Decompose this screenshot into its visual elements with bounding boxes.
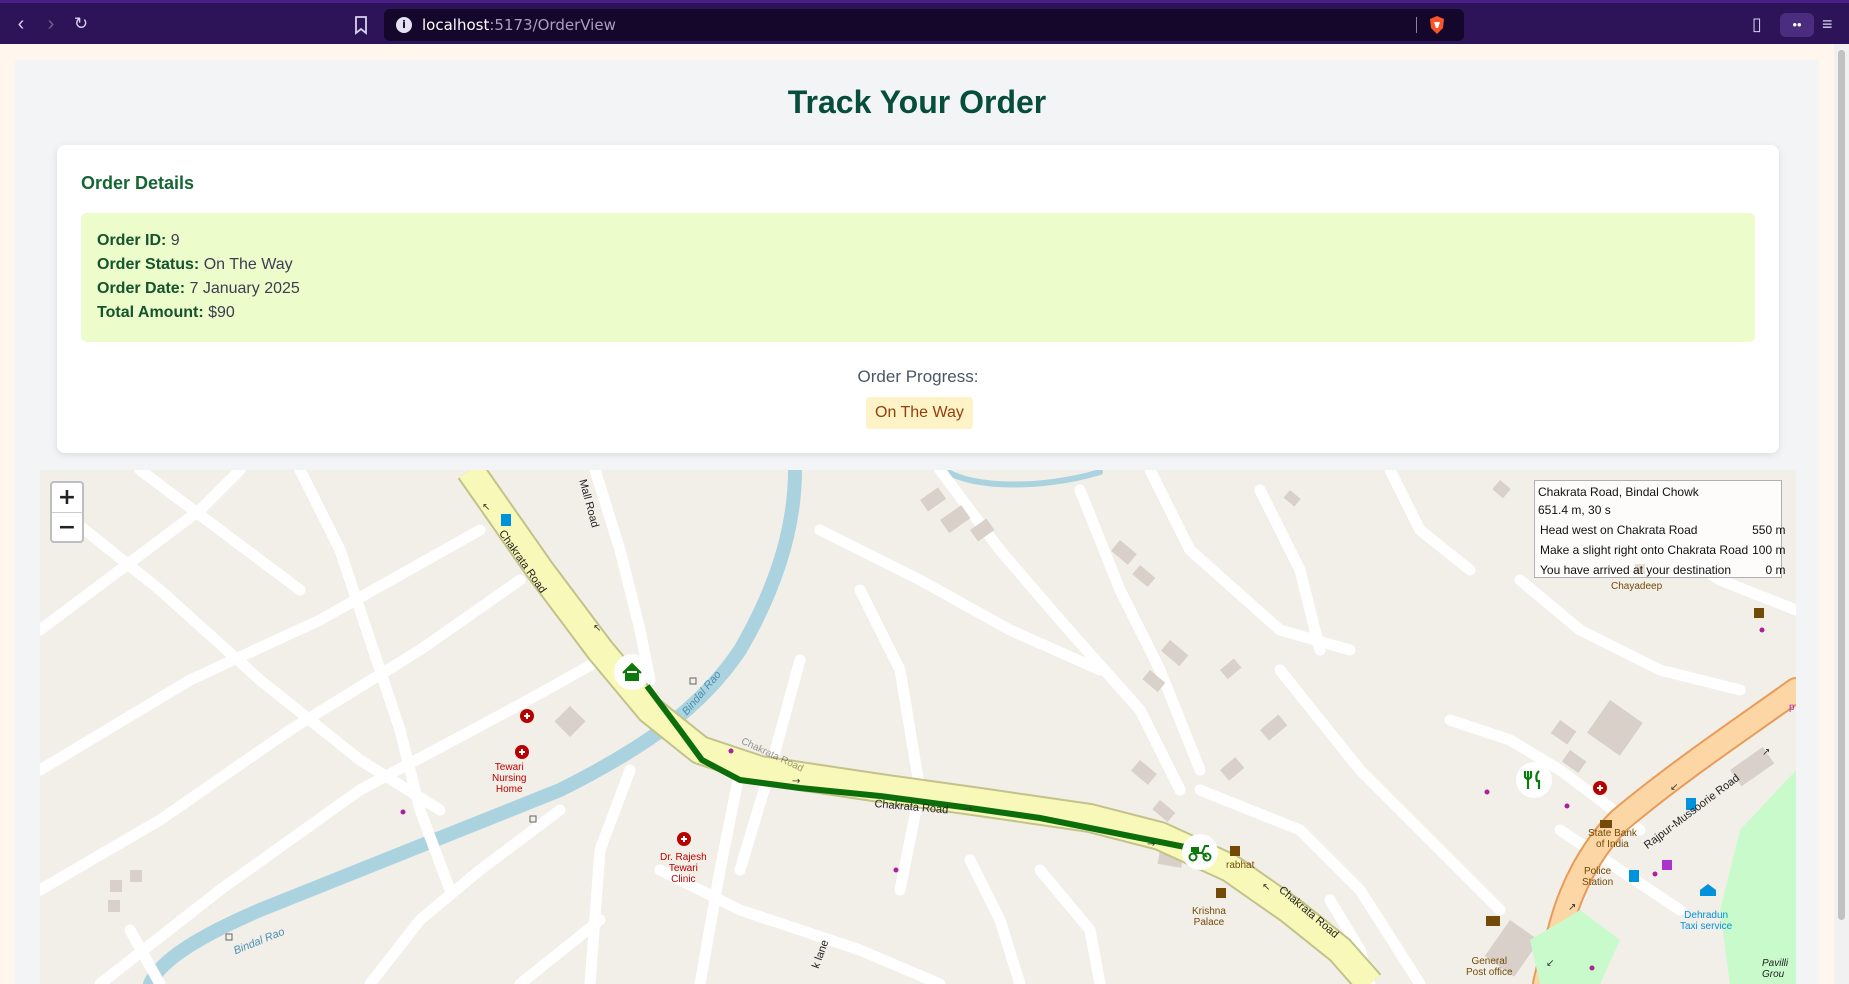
map-tiles[interactable]: ↖ ↖ → → → ↖ ↙ ↗ ↗ ↙	[40, 470, 1796, 984]
poi-label-chayadeep: Chayadeep	[1611, 581, 1663, 592]
poi-label-rajesh-tewari-clinic: Dr. Rajesh Tewari Clinic	[660, 852, 707, 885]
back-icon[interactable]: ‹	[10, 13, 32, 35]
home-marker-icon[interactable]	[612, 652, 652, 692]
routing-instructions-panel[interactable]: Chakrata Road, Bindal Chowk 651.4 m, 30 …	[1534, 480, 1785, 578]
scrollbar-thumb[interactable]	[1838, 50, 1845, 920]
brave-shield-icon[interactable]	[1428, 15, 1446, 35]
zoom-out-button[interactable]: −	[52, 512, 82, 541]
order-id-value: 9	[170, 232, 180, 249]
route-title: Chakrata Road, Bindal Chowk	[1538, 485, 1699, 499]
url-text[interactable]: localhost:5173/OrderView	[422, 16, 616, 34]
route-step-distance: 0 m	[1765, 563, 1786, 577]
forward-icon[interactable]: ›	[40, 13, 62, 35]
order-details-heading: Order Details	[81, 173, 195, 193]
order-progress-label: Order Progress:	[857, 367, 979, 386]
reload-icon[interactable]: ↻	[70, 13, 92, 35]
poi-label-general-post-office: General Post office	[1466, 956, 1513, 978]
route-steps-table: Head west on Chakrata Road 550 m Make a …	[1538, 520, 1787, 580]
order-date-row: Order Date: 7 January 2025	[97, 280, 300, 297]
order-status-row: Order Status: On The Way	[97, 256, 293, 273]
route-step-instruction: Head west on Chakrata Road	[1540, 523, 1698, 537]
svg-text:↗: ↗	[1568, 902, 1576, 913]
svg-text:↙: ↙	[1670, 782, 1678, 793]
poi-label-state-bank-of-india: State Bank of India	[1588, 828, 1637, 850]
order-amount-value: $90	[208, 304, 235, 321]
svg-text:→: →	[792, 776, 800, 787]
map-zoom-control: + −	[50, 481, 84, 543]
route-summary: 651.4 m, 30 s	[1538, 503, 1611, 517]
route-step-instruction: You have arrived at your destination	[1540, 563, 1732, 577]
svg-text:↖: ↖	[1262, 882, 1270, 893]
svg-text:→: →	[1147, 839, 1155, 850]
restaurant-marker-icon[interactable]	[1514, 760, 1554, 800]
order-details-panel: Order ID: 9 Order Status: On The Way Ord…	[81, 213, 1755, 342]
order-status-value: On The Way	[203, 256, 293, 273]
order-date-value: 7 January 2025	[189, 280, 300, 297]
poi-label-prabhat: rabhat	[1226, 860, 1255, 871]
route-step-distance: 550 m	[1752, 523, 1786, 537]
poi-label-krishna-palace: Krishna Palace	[1192, 906, 1226, 928]
wallet-icon[interactable]: ••	[1780, 13, 1814, 37]
route-step-distance: 100 m	[1752, 543, 1786, 557]
zoom-in-button[interactable]: +	[52, 483, 82, 512]
order-amount-row: Total Amount: $90	[97, 304, 235, 321]
divider	[1416, 17, 1417, 33]
svg-text:↗: ↗	[1762, 747, 1770, 758]
sidebar-icon[interactable]: ▯	[1752, 14, 1762, 35]
route-step[interactable]: Head west on Chakrata Road 550 m	[1538, 520, 1787, 540]
poi-label-dehradun-taxi-service: Dehradun Taxi service	[1680, 910, 1733, 932]
poi-label-police-station: Police Station	[1582, 866, 1614, 888]
svg-text:↙: ↙	[1546, 958, 1554, 969]
menu-icon[interactable]: ≡	[1822, 14, 1833, 35]
site-info-icon[interactable]: i	[396, 17, 412, 33]
route-step-instruction: Make a slight right onto Chakrata Road	[1540, 543, 1749, 557]
svg-text:↖: ↖	[593, 623, 601, 634]
browser-toolbar: ‹ › ↻ i localhost:5173/OrderView ▯ •• ≡	[0, 0, 1849, 44]
delivery-scooter-marker-icon[interactable]	[1180, 832, 1220, 872]
page-scrollbar[interactable]	[1834, 44, 1849, 984]
address-bar[interactable]: i localhost:5173/OrderView	[384, 9, 1464, 41]
bookmark-icon[interactable]	[352, 15, 370, 35]
svg-text:→: →	[964, 804, 972, 815]
poi-label-pavilion: Pavilli Grou	[1762, 958, 1789, 980]
poi-label-p: p	[1789, 702, 1795, 713]
poi-label-tewari-nursing-home: Tewari Nursing Home	[492, 762, 527, 795]
order-details-card: Order Details Order ID: 9 Order Status: …	[57, 145, 1779, 453]
order-id-row: Order ID: 9	[97, 232, 180, 249]
order-progress-badge: On The Way	[866, 397, 973, 429]
delivery-map[interactable]: ↖ ↖ → → → ↖ ↙ ↗ ↗ ↙ Chakrata Road Mall R…	[40, 470, 1796, 984]
route-step[interactable]: Make a slight right onto Chakrata Road 1…	[1538, 540, 1787, 560]
route-step[interactable]: You have arrived at your destination 0 m	[1538, 560, 1787, 580]
svg-text:↖: ↖	[482, 502, 490, 513]
page-title: Track Your Order	[787, 84, 1047, 120]
